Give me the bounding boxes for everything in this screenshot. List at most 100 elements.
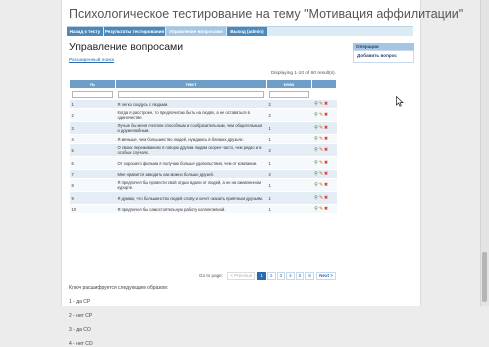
key-legend-intro: Ключ расшифруется следующим образом: [69,285,169,291]
table-row: 3 Лучше бы меня считали способным и сообр… [69,121,337,135]
delete-icon[interactable]: ✖ [324,147,329,153]
main-menu: Назад к тесту Результаты тестирования Уп… [67,26,413,36]
cell-key: 2 [266,108,312,122]
key-legend-line: 3 - да СО [69,327,91,333]
cell-key: 1 [266,178,312,192]
table-row: 7 Мне нравится заводить как можно больше … [69,169,337,179]
cell-text: Когда я расстроен, то предпочитаю быть н… [115,108,267,122]
cell-text: Мне нравится заводить как можно больше д… [115,169,267,179]
cell-actions: ⚲✎✖ [311,99,337,109]
cell-number: 3 [69,121,116,135]
filter-text-input[interactable] [118,90,264,98]
pagination: Go to page: < Previous 123456 Next > [199,272,336,280]
pager-page-2[interactable]: 2 [266,272,276,280]
cell-key: 1 [266,156,312,170]
cell-key: 2 [266,169,312,179]
delete-icon[interactable]: ✖ [324,160,329,166]
cell-number: 7 [69,169,116,179]
cell-number: 2 [69,108,116,122]
table-row: 4Я меньше, чем большинство людей, нуждаю… [69,134,337,144]
cell-text: О своих переживаниях я говорю другим люд… [115,143,267,157]
cell-text: Я легко сходусь с людьми. [115,99,267,109]
header-title: Психологическое тестирование на тему "Мо… [69,7,464,21]
delete-icon[interactable]: ✖ [324,136,329,142]
table-row: 6 От хорошего фильма я получаю больше удо… [69,156,337,170]
cell-actions: ⚲✎✖ [311,169,337,179]
cell-text: Я предпочел бы самостоятельную работу ко… [115,204,267,214]
scrollbar-thumb[interactable] [482,252,487,302]
questions-table: № текст ключ 1Я легко сходусь с людьми. 2… [69,79,337,214]
filter-number-input[interactable] [72,90,113,98]
pager-page-6[interactable]: 6 [305,272,314,280]
table-row: 1Я легко сходусь с людьми. 2 ⚲✎✖ [69,99,337,109]
cell-key: 1 [266,121,312,135]
key-legend-line: 1 - да СР [69,299,91,305]
column-header-actions [311,79,337,89]
table-row: 10 Я предпочел бы самостоятельную работу … [69,204,337,214]
delete-icon[interactable]: ✖ [324,125,329,131]
cell-number: 9 [69,191,116,205]
pager-label: Go to page: [199,273,224,278]
cell-key: 1 [266,204,312,214]
cell-key: 1 [266,191,312,205]
cell-actions: ⚲✎✖ [311,204,337,214]
cell-actions: ⚲✎✖ [311,108,337,122]
cell-text: Я предпочел бы провести свой отдых вдали… [115,178,267,192]
cell-actions: ⚲✎✖ [311,191,337,205]
pager-page-5[interactable]: 5 [295,272,305,280]
key-legend-line: 2 - нет СР [69,313,93,319]
key-legend-line: 4 - нет СО [69,341,93,347]
cell-key: 1 [266,134,312,144]
column-header-key[interactable]: ключ [266,79,312,89]
page-title: Управление вопросами [69,41,184,53]
add-question-link[interactable]: Добавить вопрос [354,51,413,60]
delete-icon[interactable]: ✖ [324,112,329,118]
cell-actions: ⚲✎✖ [311,156,337,170]
delete-icon[interactable]: ✖ [324,195,329,201]
pager-page-3[interactable]: 3 [276,272,286,280]
cell-number: 6 [69,156,116,170]
cell-actions: ⚲✎✖ [311,121,337,135]
cell-text: Я думаю, что большинство людей слову и х… [115,191,267,205]
cell-actions: ⚲✎✖ [311,178,337,192]
cell-key: 2 [266,99,312,109]
delete-icon[interactable]: ✖ [324,171,329,177]
cell-actions: ⚲✎✖ [311,134,337,144]
results-summary: Displaying 1-10 of 60 result(s). [270,71,336,76]
cell-text: Я меньше, чем большинство людей, нуждаюс… [115,134,267,144]
operations-title: Операции [353,43,414,50]
cell-number: 5 [69,143,116,157]
cell-number: 4 [69,134,116,144]
pager-page-1[interactable]: 1 [257,272,266,280]
table-row: 8Я предпочел бы провести свой отдых вдал… [69,178,337,192]
menu-item-manage-questions[interactable]: Управление вопросами [166,27,226,36]
operations-body: Добавить вопрос [353,50,414,63]
menu-item-back-to-test[interactable]: Назад к тесту [67,27,103,36]
cell-actions: ⚲✎✖ [311,143,337,157]
cell-text: От хорошего фильма я получаю больше удов… [115,156,267,170]
filter-key-input[interactable] [269,90,309,98]
menu-item-results[interactable]: Результаты тестирования [104,27,165,36]
table-row: 2 Когда я расстроен, то предпочитаю быть … [69,108,337,122]
table-row: 5О своих переживаниях я говорю другим лю… [69,143,337,157]
delete-icon[interactable]: ✖ [324,206,329,212]
operations-portlet: Операции Добавить вопрос [353,43,414,63]
cell-number: 1 [69,99,116,109]
cell-number: 10 [69,204,116,214]
pager-page-4[interactable]: 4 [286,272,295,280]
pager-previous[interactable]: < Previous [227,272,256,280]
page-scrollbar[interactable] [480,0,489,306]
page: Психологическое тестирование на тему "Мо… [61,0,463,347]
delete-icon[interactable]: ✖ [324,182,329,188]
table-row: 9Я думаю, что большинство людей слову и … [69,191,337,205]
cell-key: 2 [266,143,312,157]
pager-next[interactable]: Next > [316,272,336,280]
cell-text: Лучше бы меня считали способным и сообра… [115,121,267,135]
advanced-search-link[interactable]: Расширенный поиск [69,58,114,63]
delete-icon[interactable]: ✖ [324,101,329,107]
column-header-text[interactable]: текст [115,79,267,89]
menu-item-logout[interactable]: Выход (admin) [227,27,267,36]
mouse-cursor-icon [396,96,404,107]
column-header-number[interactable]: № [69,79,116,89]
cell-number: 8 [69,178,116,192]
